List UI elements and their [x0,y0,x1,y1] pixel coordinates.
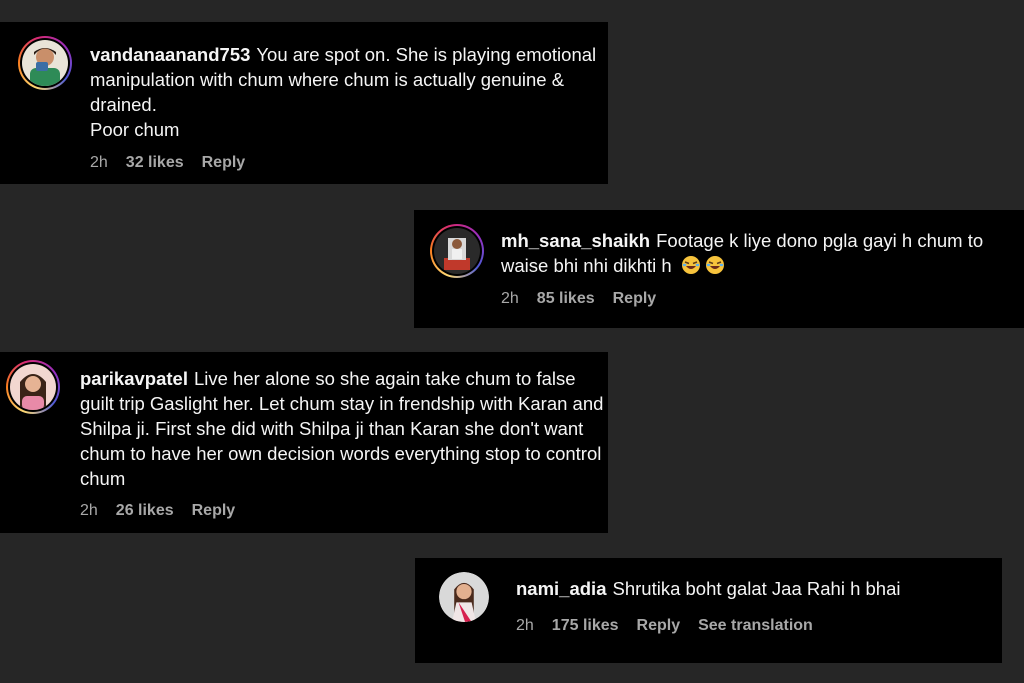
avatar-image [439,572,489,622]
avatar[interactable] [439,572,489,622]
likes-count[interactable]: 85 likes [537,290,595,308]
comment-username[interactable]: mh_sana_shaikh [501,230,650,251]
comment-username[interactable]: vandanaanand753 [90,44,250,65]
comment-text: nami_adia Shrutika boht galat Jaa Rahi h … [516,576,986,601]
comment-username[interactable]: parikavpatel [80,368,188,389]
comment-card: parikavpatel Live her alone so she again … [0,352,608,533]
avatar[interactable] [430,224,484,278]
comment-time: 2h [90,154,108,171]
comment-body-extra: Poor chum [90,119,180,140]
comment-text: mh_sana_shaikh Footage k liye dono pgla g… [501,228,1001,278]
comment-username[interactable]: nami_adia [516,578,607,599]
avatar[interactable] [6,360,60,414]
likes-count[interactable]: 26 likes [116,502,174,520]
avatar-image [22,40,68,86]
reply-button[interactable]: Reply [637,617,681,635]
comment-time: 2h [80,502,98,519]
avatar[interactable] [18,36,72,90]
comment-text: parikavpatel Live her alone so she again … [80,366,608,491]
comment-text: vandanaanand753 You are spot on. She is p… [90,42,605,142]
avatar-image [434,228,480,274]
comment-card: mh_sana_shaikh Footage k liye dono pgla g… [414,210,1024,328]
comment-meta: 2h 32 likes Reply [90,154,245,172]
laughing-emoji-icon [681,256,700,274]
comment-body: Shrutika boht galat Jaa Rahi h bhai [612,578,901,599]
likes-count[interactable]: 175 likes [552,617,619,635]
avatar-image [10,364,56,410]
reply-button[interactable]: Reply [613,290,657,308]
reply-button[interactable]: Reply [202,154,246,172]
comment-meta: 2h 85 likes Reply [501,290,656,308]
likes-count[interactable]: 32 likes [126,154,184,172]
comment-card: vandanaanand753 You are spot on. She is p… [0,22,608,184]
laughing-emoji-icon [705,256,724,274]
comment-time: 2h [516,617,534,634]
reply-button[interactable]: Reply [192,502,236,520]
see-translation-button[interactable]: See translation [698,617,813,635]
comment-card: nami_adia Shrutika boht galat Jaa Rahi h … [415,558,1002,663]
comment-time: 2h [501,290,519,307]
comment-meta: 2h 26 likes Reply [80,502,235,520]
comment-meta: 2h 175 likes Reply See translation [516,617,813,635]
